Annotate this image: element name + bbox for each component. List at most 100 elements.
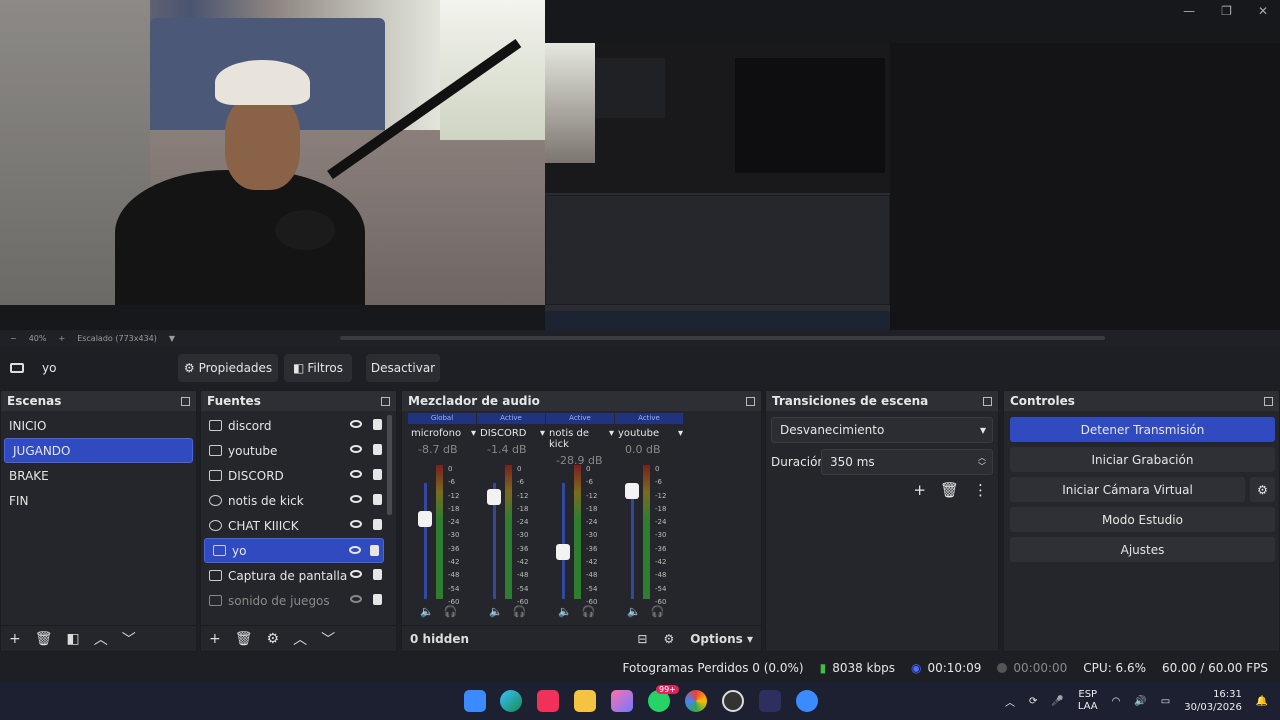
lock-icon[interactable] <box>373 444 382 455</box>
obs-icon[interactable] <box>722 690 744 712</box>
channel-name[interactable]: DISCORD ▾ <box>480 428 545 439</box>
notification-bell-icon[interactable]: 🔔 <box>1256 696 1268 707</box>
more-icon[interactable]: ⋮ <box>973 481 988 499</box>
eye-icon[interactable] <box>349 546 361 554</box>
source-item[interactable]: DISCORD <box>201 463 396 488</box>
lock-icon[interactable] <box>370 545 379 556</box>
speaker-icon[interactable]: 🔈 <box>420 605 434 618</box>
stop-streaming-button[interactable]: Detener Transmisión <box>1010 417 1275 442</box>
zoom-in-icon[interactable]: + <box>58 334 65 343</box>
battery-icon[interactable]: ▭ <box>1161 696 1170 707</box>
clock[interactable]: 16:31 30/03/2026 <box>1184 688 1242 714</box>
chevron-down-icon[interactable]: ﹀ <box>122 629 136 649</box>
music-icon[interactable] <box>537 690 559 712</box>
volume-slider-handle[interactable] <box>625 483 639 499</box>
eye-hidden-icon[interactable] <box>350 595 362 603</box>
scene-item[interactable]: INICIO <box>1 413 196 438</box>
float-dock-icon[interactable] <box>381 396 390 406</box>
eye-icon[interactable] <box>350 470 362 478</box>
chevron-down-icon[interactable]: ▾ <box>609 428 614 450</box>
maximize-icon[interactable]: ❐ <box>1221 4 1232 18</box>
settings-button[interactable]: Ajustes <box>1010 537 1275 562</box>
spinner-icon[interactable]: ︿ ﹀ <box>978 453 986 471</box>
microphone-icon[interactable]: 🎤 <box>1051 696 1063 707</box>
volume-track[interactable] <box>631 483 634 599</box>
lock-icon[interactable] <box>373 494 382 505</box>
scene-item[interactable]: BRAKE <box>1 463 196 488</box>
scene-item-selected[interactable]: JUGANDO <box>4 438 193 463</box>
language-indicator[interactable]: ESP LAA <box>1078 689 1098 713</box>
folder-icon[interactable] <box>574 690 596 712</box>
horizontal-scrollbar[interactable] <box>340 336 1105 340</box>
chevron-down-icon[interactable]: ▾ <box>471 428 476 439</box>
source-item[interactable]: CHAT KIIICK <box>201 513 396 538</box>
lock-icon[interactable] <box>373 419 382 430</box>
app-icon[interactable] <box>796 690 818 712</box>
deactivate-button[interactable]: Desactivar <box>366 354 440 382</box>
trash-icon[interactable]: 🗑 <box>940 481 959 499</box>
sync-icon[interactable]: ⟳ <box>1029 696 1037 707</box>
float-dock-icon[interactable] <box>181 396 190 406</box>
chevron-down-icon[interactable]: ▾ <box>678 428 683 439</box>
minimize-icon[interactable]: — <box>1183 4 1195 18</box>
source-item-hidden[interactable]: sonido de juegos <box>201 588 396 613</box>
headphone-icon[interactable]: 🎧 <box>444 605 458 618</box>
lock-icon[interactable] <box>373 469 382 480</box>
source-item[interactable]: youtube <box>201 438 396 463</box>
volume-icon[interactable]: 🔊 <box>1134 696 1146 707</box>
speaker-icon[interactable]: 🔈 <box>558 605 572 618</box>
eye-icon[interactable] <box>350 445 362 453</box>
layout-icon[interactable]: ⊟ <box>637 632 647 646</box>
headphone-icon[interactable]: 🎧 <box>582 605 596 618</box>
channel-name[interactable]: microfono ▾ <box>411 428 476 439</box>
chrome-icon[interactable] <box>685 690 707 712</box>
wifi-icon[interactable]: ◠ <box>1112 696 1121 707</box>
trash-icon[interactable]: 🗑 <box>35 631 53 647</box>
add-icon[interactable]: + <box>913 481 926 499</box>
chevron-up-icon[interactable]: ︿ <box>94 629 108 649</box>
source-item-selected[interactable]: yo <box>204 538 384 563</box>
speaker-icon[interactable]: 🔈 <box>627 605 641 618</box>
scene-item[interactable]: FIN <box>1 488 196 513</box>
filters-button[interactable]: ◧ Filtros <box>284 354 352 382</box>
add-icon[interactable]: + <box>209 631 221 647</box>
close-icon[interactable]: ✕ <box>1258 4 1268 18</box>
float-dock-icon[interactable] <box>1264 396 1273 406</box>
float-dock-icon[interactable] <box>746 396 755 406</box>
eye-icon[interactable] <box>350 420 362 428</box>
channel-name[interactable]: youtube ▾ <box>618 428 683 439</box>
zoom-out-icon[interactable]: − <box>10 334 17 343</box>
lock-icon[interactable] <box>373 569 382 580</box>
properties-button[interactable]: ⚙ Propiedades <box>178 354 278 382</box>
edge-icon[interactable] <box>500 690 522 712</box>
source-item[interactable]: notis de kick <box>201 488 396 513</box>
chevron-down-icon[interactable]: ▾ <box>540 428 545 439</box>
float-dock-icon[interactable] <box>983 396 992 406</box>
volume-track[interactable] <box>562 483 565 599</box>
gear-icon[interactable]: ⚙ <box>1250 477 1275 502</box>
lock-icon[interactable] <box>373 519 382 530</box>
transition-select[interactable]: Desvanecimiento ▾ <box>771 417 993 443</box>
channel-name[interactable]: notis de kick ▾ <box>549 428 614 450</box>
volume-slider-handle[interactable] <box>418 510 432 527</box>
source-item[interactable]: discord <box>201 413 396 438</box>
chevron-down-icon[interactable]: ▼ <box>169 334 175 343</box>
copilot-icon[interactable] <box>611 690 633 712</box>
eye-icon[interactable] <box>350 570 362 578</box>
speaker-icon[interactable]: 🔈 <box>489 605 503 618</box>
gear-icon[interactable]: ⚙ <box>663 632 674 646</box>
options-button[interactable]: Options ▾ <box>690 632 753 646</box>
volume-track[interactable] <box>424 483 427 599</box>
add-icon[interactable]: + <box>9 631 21 647</box>
chevron-up-icon[interactable]: ︿ <box>293 629 307 649</box>
filter-icon[interactable]: ◧ <box>67 631 80 647</box>
capcut-icon[interactable] <box>759 690 781 712</box>
trash-icon[interactable]: 🗑 <box>235 631 253 647</box>
volume-slider-handle[interactable] <box>556 543 570 560</box>
chevron-up-icon[interactable]: ︿ <box>1005 694 1015 709</box>
eye-icon[interactable] <box>350 520 362 528</box>
lock-icon[interactable] <box>373 594 382 605</box>
start-virtual-camera-button[interactable]: Iniciar Cámara Virtual <box>1010 477 1245 502</box>
start-recording-button[interactable]: Iniciar Grabación <box>1010 447 1275 472</box>
duration-input[interactable]: 350 ms ︿ ﹀ <box>821 449 993 475</box>
